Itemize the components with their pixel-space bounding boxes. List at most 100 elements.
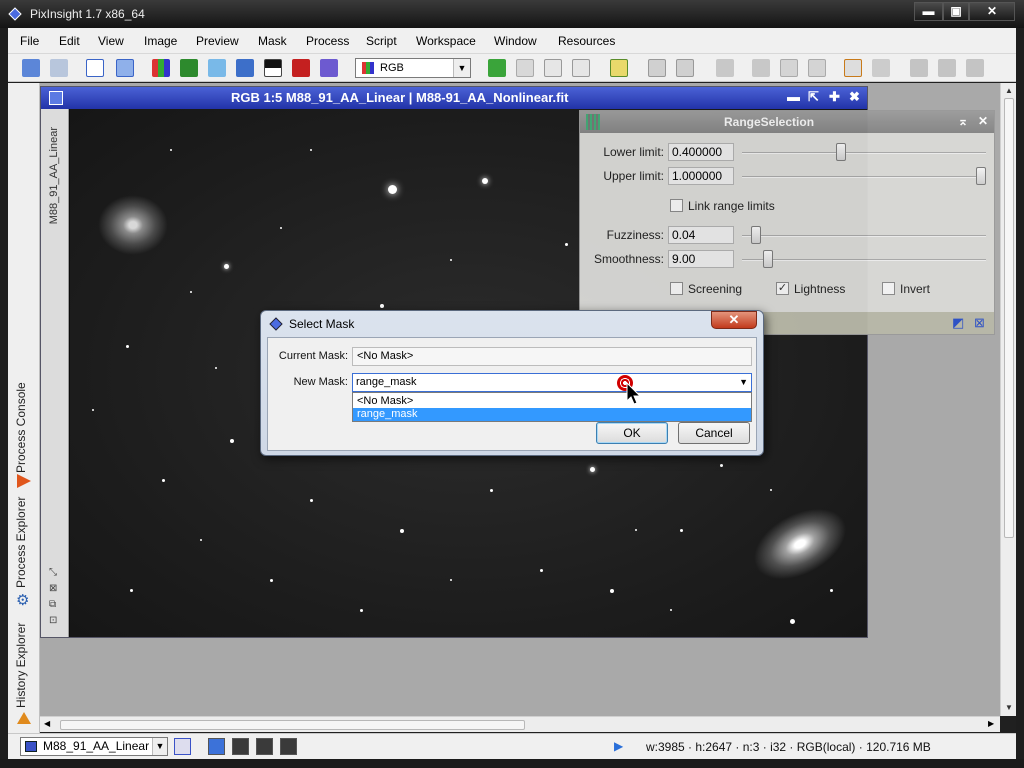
process-icon-3[interactable] [966, 59, 984, 77]
mask-show-icon[interactable] [320, 59, 338, 77]
redo-icon[interactable] [50, 59, 68, 77]
display-mode-green-icon[interactable] [256, 738, 273, 755]
range-selection-title-bar[interactable]: RangeSelection ⌅ ✕ [580, 111, 994, 133]
preview-paste-icon[interactable] [572, 59, 590, 77]
close-panel-icon[interactable]: ✕ [978, 114, 988, 128]
smoothness-slider-track[interactable] [742, 259, 986, 261]
channel-extract-icon[interactable] [180, 59, 198, 77]
zoom-mode-icon[interactable] [752, 59, 770, 77]
scroll-up-icon[interactable]: ▲ [1005, 86, 1013, 95]
menu-workspace[interactable]: Workspace [416, 34, 476, 48]
invert-icon[interactable] [264, 59, 282, 77]
apply-global-icon[interactable]: ⊠ [974, 316, 988, 330]
lower-limit-slider-track[interactable] [742, 152, 986, 154]
new-instance-icon[interactable]: ◩ [952, 316, 966, 330]
fuzziness-slider-track[interactable] [742, 235, 986, 237]
chevron-down-icon[interactable]: ▼ [739, 374, 748, 391]
edit-mode-icon[interactable] [844, 59, 862, 77]
upper-limit-field[interactable]: 1.000000 [668, 167, 734, 185]
cancel-button[interactable]: Cancel [678, 422, 750, 444]
upper-limit-slider-track[interactable] [742, 176, 986, 178]
smoothness-slider-handle[interactable] [763, 250, 774, 268]
menu-window[interactable]: Window [494, 34, 537, 48]
pan-mode-icon[interactable] [716, 59, 734, 77]
horizontal-scroll-thumb[interactable] [60, 720, 525, 730]
menu-process[interactable]: Process [306, 34, 349, 48]
minimize-button[interactable]: ▬ [914, 2, 943, 21]
menu-view[interactable]: View [98, 34, 124, 48]
display-mode-blue-icon[interactable] [280, 738, 297, 755]
menu-image[interactable]: Image [144, 34, 177, 48]
new-mask-combo[interactable]: range_mask ▼ [352, 373, 752, 392]
lightness-checkbox[interactable]: ✓ [776, 282, 789, 295]
invert-checkbox[interactable] [882, 282, 895, 295]
view-tool-icon-2[interactable]: ⊠ [49, 583, 57, 594]
menu-preview[interactable]: Preview [196, 34, 239, 48]
mask-option-range-mask[interactable]: range_mask [353, 408, 751, 421]
screening-checkbox[interactable] [670, 282, 683, 295]
image-window-title-bar[interactable]: RGB 1:5 M88_91_AA_Linear | M88-91_AA_Non… [41, 87, 867, 109]
dialog-close-button[interactable]: ✕ [711, 311, 757, 329]
fuzziness-field[interactable]: 0.04 [668, 226, 734, 244]
menu-mask[interactable]: Mask [258, 34, 287, 48]
smoothness-field[interactable]: 9.00 [668, 250, 734, 268]
zoom-in-icon[interactable] [676, 59, 694, 77]
fit-view-icon[interactable] [780, 59, 798, 77]
clone-image-icon[interactable] [116, 59, 134, 77]
view-selector[interactable]: M88_91_AA_Linear ▼ [20, 737, 168, 756]
tools-icon[interactable] [872, 59, 890, 77]
mask-option-no-mask[interactable]: <No Mask> [353, 395, 751, 408]
display-mode-normal-icon[interactable] [208, 738, 225, 755]
menu-script[interactable]: Script [366, 34, 397, 48]
scroll-down-icon[interactable]: ▼ [1005, 703, 1013, 712]
fuzziness-slider-handle[interactable] [751, 226, 762, 244]
lower-limit-slider-handle[interactable] [835, 143, 846, 161]
link-range-limits-checkbox[interactable] [670, 199, 683, 212]
preview-edit-icon[interactable] [516, 59, 534, 77]
lower-limit-field[interactable]: 0.400000 [668, 143, 734, 161]
horizontal-scrollbar[interactable]: ◀ ▶ [40, 716, 1000, 732]
menu-edit[interactable]: Edit [59, 34, 80, 48]
view-tool-icon-1[interactable]: ⤡ [49, 567, 57, 578]
tab-history-explorer[interactable]: History Explorer [14, 623, 34, 708]
scroll-right-icon[interactable]: ▶ [988, 719, 994, 728]
preview-copy-icon[interactable] [544, 59, 562, 77]
image-maximize-icon[interactable]: ✚ [829, 89, 840, 105]
shade-panel-icon[interactable]: ⌅ [958, 114, 968, 128]
identifier-icon[interactable] [86, 59, 104, 77]
ok-button[interactable]: OK [596, 422, 668, 444]
tab-process-console[interactable]: Process Console [14, 382, 34, 473]
scroll-left-icon[interactable]: ◀ [44, 719, 50, 728]
channel-select[interactable]: RGB ▼ [355, 58, 471, 78]
image-shade-icon[interactable]: ⇱ [808, 89, 819, 105]
star [540, 569, 543, 572]
resample-icon[interactable] [236, 59, 254, 77]
display-mode-red-icon[interactable] [232, 738, 249, 755]
menu-file[interactable]: File [20, 34, 39, 48]
rgb-channels-icon[interactable] [152, 59, 170, 77]
image-minimize-icon[interactable]: ▬ [787, 89, 800, 104]
process-icon-2[interactable] [938, 59, 956, 77]
channel-select-value: RGB [380, 62, 404, 74]
mask-icon[interactable] [292, 59, 310, 77]
process-icon-1[interactable] [910, 59, 928, 77]
view-properties-icon[interactable] [174, 738, 191, 755]
play-icon[interactable]: ▶ [614, 739, 623, 753]
new-preview-icon[interactable] [488, 59, 506, 77]
new-image-icon[interactable] [208, 59, 226, 77]
close-button[interactable]: ✕ [969, 2, 1015, 21]
view-tool-icon-4[interactable]: ⊡ [49, 615, 57, 626]
menu-resources[interactable]: Resources [558, 34, 615, 48]
tab-process-explorer[interactable]: Process Explorer [14, 497, 34, 588]
undo-icon[interactable] [22, 59, 40, 77]
view-tab[interactable]: M88_91_AA_Linear ⤡ ⊠ ⧉ ⊡ [41, 109, 69, 637]
image-close-icon[interactable]: ✖ [849, 89, 860, 105]
readout-mode-icon[interactable] [610, 59, 628, 77]
zoom-out-icon[interactable] [648, 59, 666, 77]
view-tool-icon-3[interactable]: ⧉ [49, 599, 56, 610]
zoom-1-1-icon[interactable] [808, 59, 826, 77]
vertical-scroll-thumb[interactable] [1004, 98, 1014, 538]
vertical-scrollbar[interactable]: ▲ ▼ [1000, 83, 1016, 716]
maximize-button[interactable]: ▣ [943, 2, 969, 21]
upper-limit-slider-handle[interactable] [976, 167, 986, 185]
